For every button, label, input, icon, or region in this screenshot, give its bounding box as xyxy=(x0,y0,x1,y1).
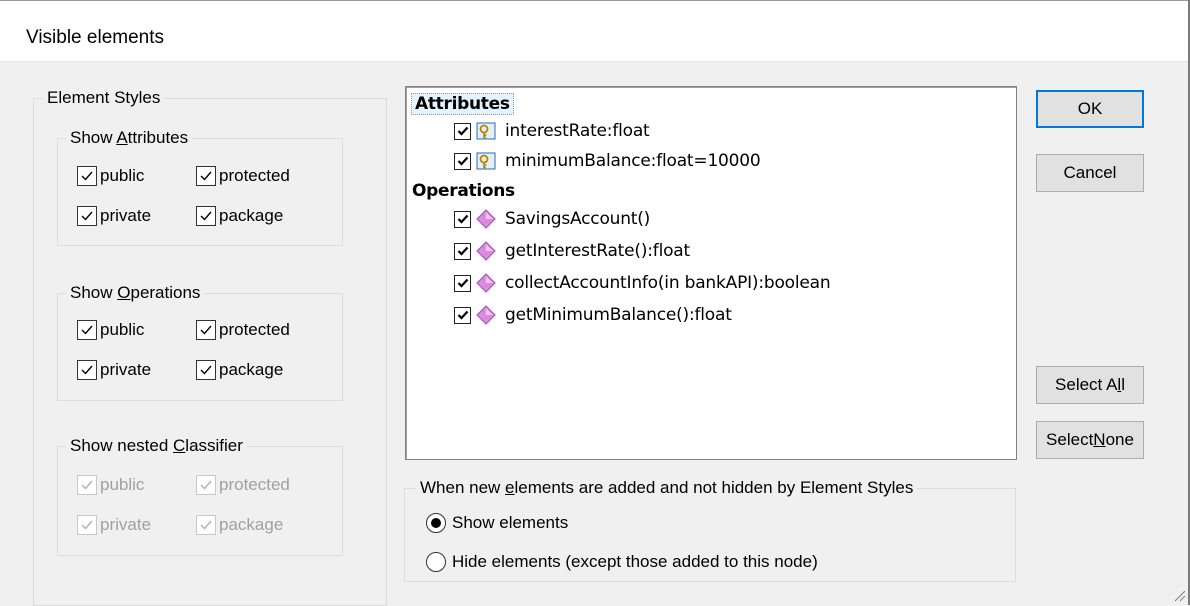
show-nested-label: Show nested Classifier xyxy=(66,436,247,456)
item-checkbox[interactable] xyxy=(454,210,471,228)
show-attributes-label: Show Attributes xyxy=(66,128,193,148)
key-attribute-icon xyxy=(475,120,497,142)
list-item-operation[interactable]: collectAccountInfo(in bankAPI):boolean xyxy=(454,271,831,295)
attr-private-checkbox[interactable]: private xyxy=(77,204,151,228)
show-nested-group xyxy=(57,446,343,556)
new-elements-label: When new elements are added and not hidd… xyxy=(416,478,918,498)
list-item-operation[interactable]: getInterestRate():float xyxy=(454,239,690,263)
ok-button[interactable]: OK xyxy=(1036,90,1144,128)
attributes-header[interactable]: Attributes xyxy=(411,93,514,115)
op-public-checkbox[interactable]: public xyxy=(77,318,144,342)
show-operations-label: Show Operations xyxy=(66,283,205,303)
list-item-attribute[interactable]: minimumBalance:float=10000 xyxy=(454,149,761,173)
attr-protected-checkbox[interactable]: protected xyxy=(196,164,290,188)
item-checkbox[interactable] xyxy=(454,152,471,170)
key-attribute-icon xyxy=(475,150,497,172)
hide-elements-radio[interactable]: Hide elements (except those added to thi… xyxy=(426,550,818,574)
op-package-checkbox[interactable]: package xyxy=(196,358,283,382)
diamond-operation-icon xyxy=(475,240,497,262)
nested-protected-checkbox: protected xyxy=(196,473,290,497)
title-bar: Visible elements xyxy=(0,0,1190,62)
list-item-operation[interactable]: SavingsAccount() xyxy=(454,207,650,231)
resize-grip[interactable] xyxy=(1170,586,1186,602)
nested-public-checkbox: public xyxy=(77,473,144,497)
element-styles-label: Element Styles xyxy=(43,88,165,108)
op-private-checkbox[interactable]: private xyxy=(77,358,151,382)
attr-package-checkbox[interactable]: package xyxy=(196,204,283,228)
operations-header[interactable]: Operations xyxy=(412,181,515,201)
diamond-operation-icon xyxy=(475,208,497,230)
item-checkbox[interactable] xyxy=(454,274,471,292)
nested-private-checkbox: private xyxy=(77,513,151,537)
show-operations-group xyxy=(57,293,343,401)
item-checkbox[interactable] xyxy=(454,122,471,140)
nested-package-checkbox: package xyxy=(196,513,283,537)
show-attributes-group xyxy=(57,138,343,246)
attr-public-checkbox[interactable]: public xyxy=(77,164,144,188)
cancel-button[interactable]: Cancel xyxy=(1036,154,1144,192)
elements-list[interactable]: Attributes interestRate:float minimumBal… xyxy=(405,86,1017,460)
list-item-operation[interactable]: getMinimumBalance():float xyxy=(454,303,732,327)
radio-selected-dot xyxy=(431,518,441,528)
select-all-button[interactable]: Select All xyxy=(1036,366,1144,404)
show-elements-radio[interactable]: Show elements xyxy=(426,511,568,535)
item-checkbox[interactable] xyxy=(454,306,471,324)
select-none-button[interactable]: Select None xyxy=(1036,421,1144,459)
diamond-operation-icon xyxy=(475,304,497,326)
window-title: Visible elements xyxy=(26,27,165,48)
op-protected-checkbox[interactable]: protected xyxy=(196,318,290,342)
diamond-operation-icon xyxy=(475,272,497,294)
list-item-attribute[interactable]: interestRate:float xyxy=(454,119,650,143)
item-checkbox[interactable] xyxy=(454,242,471,260)
